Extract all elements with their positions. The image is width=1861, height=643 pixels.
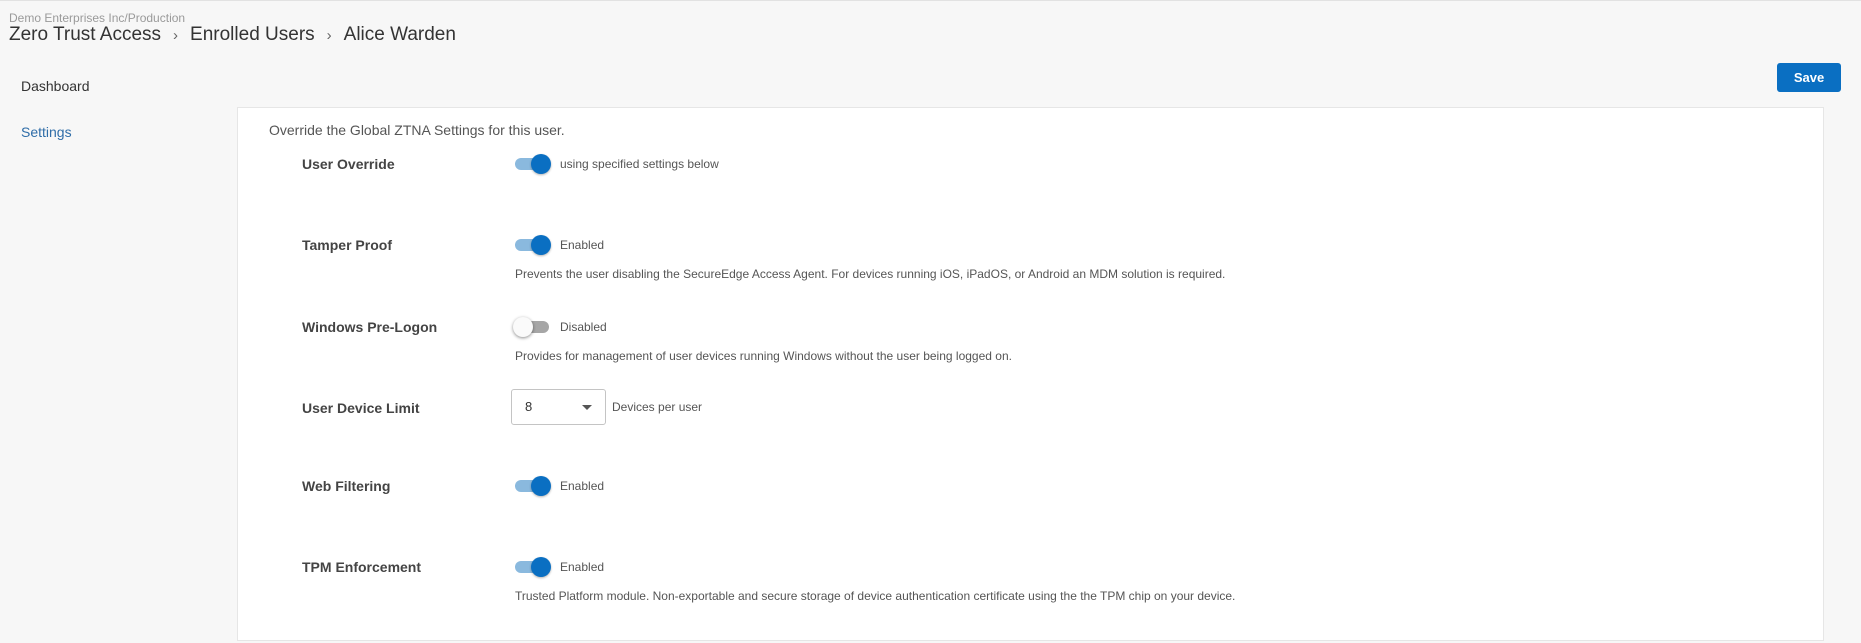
user-override-toggle[interactable] (513, 154, 551, 174)
tpm-enforcement-state: Enabled (560, 560, 605, 574)
tpm-enforcement-label: TPM Enforcement (302, 559, 422, 575)
windows-prelogon-state: Disabled (560, 320, 607, 334)
nav-item-settings[interactable]: Settings (21, 123, 90, 169)
tpm-enforcement-toggle[interactable] (513, 557, 551, 577)
tamper-proof-state: Enabled (560, 238, 605, 252)
device-limit-label: User Device Limit (302, 400, 420, 416)
chevron-right-icon: › (326, 26, 332, 44)
windows-prelogon-toggle[interactable] (513, 317, 551, 337)
tamper-proof-label: Tamper Proof (302, 237, 392, 253)
user-override-label: User Override (302, 156, 395, 172)
user-override-state: using specified settings below (560, 157, 719, 171)
side-nav: Dashboard Settings (21, 77, 90, 169)
org-path: Demo Enterprises Inc/Production (9, 11, 186, 25)
device-limit-value: 8 (525, 399, 533, 414)
web-filtering-state: Enabled (560, 479, 605, 493)
panel-intro: Override the Global ZTNA Settings for th… (269, 122, 565, 138)
tamper-proof-toggle[interactable] (513, 235, 551, 255)
device-limit-unit: Devices per user (612, 400, 703, 414)
web-filtering-label: Web Filtering (302, 478, 391, 494)
device-limit-select[interactable]: 8 (511, 389, 606, 425)
windows-prelogon-description: Provides for management of user devices … (515, 349, 1012, 363)
chevron-right-icon: › (173, 26, 179, 44)
save-button[interactable]: Save (1777, 63, 1841, 92)
tamper-proof-description: Prevents the user disabling the SecureEd… (515, 267, 1226, 281)
nav-item-dashboard[interactable]: Dashboard (21, 77, 90, 123)
tpm-enforcement-description: Trusted Platform module. Non-exportable … (515, 589, 1236, 603)
breadcrumb-zero-trust-access[interactable]: Zero Trust Access (9, 24, 161, 46)
breadcrumb-enrolled-users[interactable]: Enrolled Users (190, 24, 315, 46)
web-filtering-toggle[interactable] (513, 476, 551, 496)
windows-prelogon-label: Windows Pre-Logon (302, 319, 438, 335)
breadcrumb-current-user: Alice Warden (343, 24, 456, 45)
caret-down-icon (582, 405, 592, 410)
breadcrumb: Zero Trust Access › Enrolled Users › Ali… (9, 24, 456, 46)
settings-panel: Override the Global ZTNA Settings for th… (237, 107, 1824, 641)
